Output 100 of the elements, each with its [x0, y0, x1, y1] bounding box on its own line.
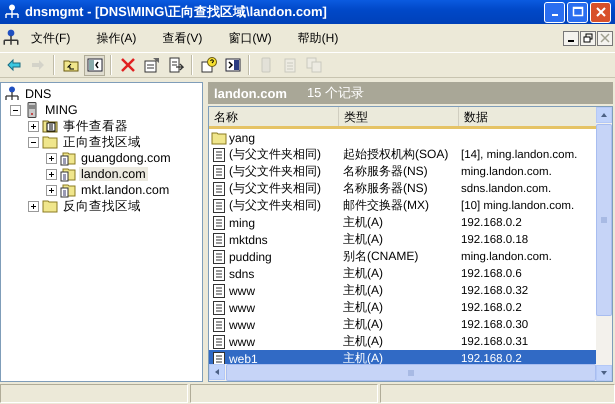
data-cell: [14], ming.landon.com. [461, 148, 578, 160]
record-row[interactable]: yang [209, 129, 596, 146]
tree-item[interactable]: landon.com [79, 167, 148, 181]
plus-icon [29, 122, 38, 130]
tree-item[interactable]: DNS [23, 87, 54, 101]
plus-icon [47, 170, 56, 178]
plus-icon [29, 202, 38, 210]
record-icon [211, 180, 227, 196]
close-button[interactable] [597, 30, 613, 46]
tree-item[interactable]: 正向查找区域 [61, 134, 143, 150]
record-row[interactable]: mktdns 主机(A) 192.168.0.18 [209, 231, 596, 248]
up-arrow-icon [600, 111, 608, 119]
record-row[interactable]: ming 主机(A) 192.168.0.2 [209, 214, 596, 231]
tree-item[interactable]: 反向查找区域 [61, 198, 143, 214]
name-cell: sdns [229, 266, 254, 280]
record-icon [211, 334, 227, 350]
name-cell: ming [229, 216, 256, 230]
zone-folder-icon [60, 150, 76, 166]
tree-item[interactable]: guangdong.com [79, 151, 173, 165]
data-cell: 192.168.0.2 [461, 352, 522, 364]
record-row[interactable]: www 主机(A) 192.168.0.31 [209, 333, 596, 350]
column-header[interactable]: 类型 [339, 107, 459, 126]
expand-toggle[interactable] [46, 184, 57, 196]
data-cell: sdns.landon.com. [461, 182, 552, 194]
vertical-scrollbar[interactable] [596, 107, 612, 381]
plus-icon [47, 186, 56, 194]
record-row[interactable]: www 主机(A) 192.168.0.30 [209, 316, 596, 333]
collapse-toggle[interactable] [28, 136, 39, 148]
collapse-toggle[interactable] [10, 104, 21, 116]
expand-toggle[interactable] [46, 152, 57, 164]
menu-item[interactable]: 查看(V) [157, 28, 210, 48]
name-cell: (与父文件夹相同) [229, 146, 321, 163]
grip-icon [600, 216, 608, 224]
type-cell: 主机(A) [343, 316, 383, 333]
type-cell: 主机(A) [343, 299, 383, 316]
tree-item[interactable]: mkt.landon.com [79, 183, 172, 197]
minimize-icon [552, 14, 558, 16]
data-cell: [10] ming.landon.com. [461, 200, 574, 212]
expand-toggle[interactable] [28, 120, 39, 132]
event-viewer-icon [42, 118, 58, 134]
record-row[interactable]: www 主机(A) 192.168.0.2 [209, 299, 596, 316]
name-cell: www [229, 300, 255, 314]
menu-item[interactable]: 文件(F) [26, 28, 78, 48]
type-cell: 主机(A) [343, 231, 383, 248]
data-cell: 192.168.0.30 [461, 318, 528, 330]
close-icon [600, 33, 610, 43]
column-header[interactable]: 名称 [209, 107, 339, 126]
horizontal-scrollbar[interactable] [209, 364, 596, 381]
tree-item[interactable]: MING [43, 103, 80, 117]
record-row[interactable]: www 主机(A) 192.168.0.32 [209, 282, 596, 299]
folder-icon [42, 134, 58, 150]
record-row[interactable]: sdns 主机(A) 192.168.0.6 [209, 265, 596, 282]
column-header[interactable]: 数据 [459, 107, 596, 126]
toolbar-button[interactable] [84, 54, 105, 76]
menu-item[interactable]: 窗口(W) [223, 28, 279, 48]
network-icon [4, 4, 20, 20]
minimize-button[interactable] [563, 30, 579, 46]
folder-icon [42, 198, 58, 214]
zone-folder-icon [60, 166, 76, 182]
name-cell: www [229, 284, 255, 298]
notepad-icon [282, 57, 298, 73]
record-row[interactable]: (与父文件夹相同) 起始授权机构(SOA) [14], ming.landon.com. [209, 146, 596, 163]
network-icon [2, 29, 20, 47]
record-icon [211, 282, 227, 298]
data-cell: 192.168.0.2 [461, 302, 522, 314]
record-icon [211, 146, 227, 162]
back-arrow-icon [6, 57, 22, 73]
record-icon [211, 164, 227, 180]
name-cell: www [229, 334, 255, 348]
menu-item[interactable]: 帮助(H) [292, 28, 346, 48]
window-title: dnsmgmt - [DNS\MING\正向查找区域\landon.com] [25, 3, 328, 21]
type-cell: 名称服务器(NS) [343, 163, 428, 180]
grip-icon [407, 368, 415, 376]
forward-arrow-icon [30, 57, 46, 73]
record-row[interactable]: (与父文件夹相同) 邮件交换器(MX) [10] ming.landon.com. [209, 197, 596, 214]
zone-folder-icon [60, 182, 76, 198]
restore-button[interactable] [580, 30, 596, 46]
menu-item[interactable]: 操作(A) [91, 28, 144, 48]
expand-toggle[interactable] [28, 200, 39, 212]
restore-icon [583, 33, 593, 43]
record-count: 15 个记录 [306, 84, 364, 102]
expand-toggle[interactable] [46, 168, 57, 180]
name-cell: pudding [229, 250, 272, 264]
delete-icon [120, 57, 136, 73]
data-cell: 192.168.0.18 [461, 234, 528, 246]
type-cell: 主机(A) [343, 265, 383, 282]
record-row[interactable]: (与父文件夹相同) 名称服务器(NS) sdns.landon.com. [209, 180, 596, 197]
record-icon [211, 198, 227, 214]
maximize-button[interactable] [567, 2, 588, 22]
tree-item[interactable]: 事件查看器 [61, 118, 130, 134]
export-list-icon [168, 57, 184, 73]
data-cell: 192.168.0.2 [461, 216, 522, 228]
minimize-icon [568, 40, 574, 42]
name-cell: (与父文件夹相同) [229, 197, 321, 214]
network-icon [4, 86, 20, 102]
help-icon [200, 57, 216, 73]
record-icon [211, 232, 227, 248]
name-cell: mktdns [229, 232, 268, 246]
record-row[interactable]: (与父文件夹相同) 名称服务器(NS) ming.landon.com. [209, 163, 596, 180]
record-row[interactable]: pudding 别名(CNAME) ming.landon.com. [209, 248, 596, 265]
